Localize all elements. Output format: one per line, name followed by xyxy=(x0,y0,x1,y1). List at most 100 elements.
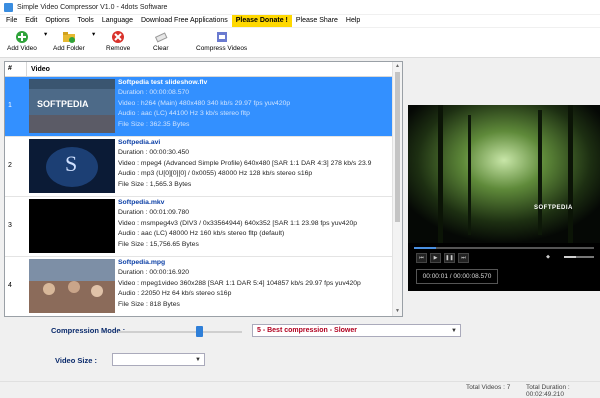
list-item[interactable]: 3 Softpedia.mkv Duration : 00:01:09.780 … xyxy=(5,197,394,257)
remove-button[interactable]: Remove xyxy=(106,30,130,52)
video-stream: Video : mpeg4 (Advanced Simple Profile) … xyxy=(118,159,372,167)
scroll-up-icon[interactable]: ▲ xyxy=(393,62,402,71)
video-stream: Video : msmpeg4v3 (DIV3 / 0x33564944) 64… xyxy=(118,219,358,227)
menu-please-share[interactable]: Please Share xyxy=(292,15,342,27)
video-thumbnail: S xyxy=(29,139,115,193)
compression-slider[interactable] xyxy=(118,331,242,333)
scroll-down-icon[interactable]: ▼ xyxy=(393,307,402,316)
compression-mode-label: Compression Mode : xyxy=(51,326,126,335)
play-icon[interactable]: ▶ xyxy=(430,253,441,263)
total-duration: Total Duration : 00:02:49.210 xyxy=(526,384,570,398)
file-size: File Size : 1,565.3 Bytes xyxy=(118,180,192,188)
video-size-label: Video Size : xyxy=(55,356,97,365)
column-number[interactable]: # xyxy=(5,62,27,76)
compress-videos-label: Compress Videos xyxy=(196,45,248,52)
file-size: File Size : 362.35 Bytes xyxy=(118,120,190,128)
list-scrollbar[interactable]: ▲ ▼ xyxy=(392,62,402,316)
file-size: File Size : 15,756.65 Bytes xyxy=(118,240,199,248)
video-duration: Duration : 00:00:30.450 xyxy=(118,149,190,157)
video-thumbnail: SOFTPEDIA xyxy=(29,79,115,133)
compress-icon xyxy=(215,30,229,44)
video-info: Softpedia test slideshow.flv Duration : … xyxy=(118,78,392,130)
add-plus-icon xyxy=(15,30,29,44)
video-name: Softpedia.mkv xyxy=(118,199,165,206)
video-name: Softpedia.avi xyxy=(118,139,161,146)
volume-slider[interactable] xyxy=(564,256,594,258)
video-player: SOFTPEDIA ⏮ ▶ ❚❚ ⏭ ◆ 00:00:01 / 00:00:08… xyxy=(408,105,600,291)
audio-stream: Audio : mp3 (U[0][0][0] / 0x0055) 48000 … xyxy=(118,170,313,178)
row-number: 4 xyxy=(8,282,12,289)
add-folder-button[interactable]: Add Folder xyxy=(53,30,85,52)
remove-label: Remove xyxy=(106,45,131,52)
file-size: File Size : 818 Bytes xyxy=(118,300,180,308)
app-icon xyxy=(4,2,13,12)
video-list[interactable]: # Video 1 SOFTPEDIA Softpedia test slide… xyxy=(4,61,403,317)
toolbar: Add Video ▾ Add Folder ▾ Remove Clear Co… xyxy=(0,28,600,58)
clear-label: Clear xyxy=(153,45,169,52)
menu-tools[interactable]: Tools xyxy=(73,15,97,27)
row-number: 1 xyxy=(8,102,12,109)
status-bar: Total Videos : 7 Total Duration : 00:02:… xyxy=(0,381,600,398)
list-item[interactable]: 2 S Softpedia.avi Duration : 00:00:30.45… xyxy=(5,137,394,197)
compression-mode-value: 5 - Best compression - Slower xyxy=(257,327,357,334)
video-preview: SOFTPEDIA xyxy=(408,105,600,243)
menu-help[interactable]: Help xyxy=(342,15,364,27)
audio-stream: Audio : aac (LC) 48000 Hz 160 kb/s stere… xyxy=(118,230,285,238)
menu-edit[interactable]: Edit xyxy=(21,15,41,27)
menu-language[interactable]: Language xyxy=(98,15,137,27)
list-item[interactable]: 4 Softpedia.mpg Duration : 00:00:16.920 … xyxy=(5,257,394,316)
add-video-label: Add Video xyxy=(7,45,37,52)
video-stream: Video : h264 (Main) 480x480 340 kb/s 29.… xyxy=(118,99,291,107)
next-icon[interactable]: ⏭ xyxy=(458,253,469,263)
video-size-select[interactable]: ▼ xyxy=(112,353,205,366)
thumbnail-watermark: SOFTPEDIA xyxy=(37,99,89,109)
scrollbar-thumb[interactable] xyxy=(395,72,400,222)
add-folder-label: Add Folder xyxy=(53,45,85,52)
video-duration: Duration : 00:00:08.570 xyxy=(118,89,190,97)
audio-stream: Audio : aac (LC) 44100 Hz 3 kb/s stereo … xyxy=(118,110,250,118)
row-number: 2 xyxy=(8,162,12,169)
video-thumbnail xyxy=(29,259,115,313)
column-video[interactable]: Video xyxy=(27,66,50,73)
video-duration: Duration : 00:01:09.780 xyxy=(118,209,190,217)
chevron-down-icon: ▼ xyxy=(195,357,201,363)
thumbnail-logo: S xyxy=(65,151,78,176)
menu-bar: File Edit Options Tools Language Downloa… xyxy=(0,15,600,27)
window-title: Simple Video Compressor V1.0 - 4dots Sof… xyxy=(17,3,168,11)
playback-time: 00:00:01 / 00:00:08.570 xyxy=(416,269,498,284)
audio-stream: Audio : 22050 Hz 64 kb/s stereo s16p xyxy=(118,290,232,298)
video-info: Softpedia.avi Duration : 00:00:30.450 Vi… xyxy=(118,138,392,190)
menu-please-donate[interactable]: Please Donate ! xyxy=(231,15,292,27)
total-videos: Total Videos : 7 xyxy=(466,384,511,391)
compress-videos-button[interactable]: Compress Videos xyxy=(196,30,247,52)
compression-slider-thumb[interactable] xyxy=(196,326,203,337)
volume-speaker-icon[interactable]: ◆ xyxy=(545,253,551,261)
preview-watermark: SOFTPEDIA xyxy=(534,205,573,211)
title-bar: Simple Video Compressor V1.0 - 4dots Sof… xyxy=(0,0,600,14)
video-info: Softpedia.mkv Duration : 00:01:09.780 Vi… xyxy=(118,198,392,250)
previous-icon[interactable]: ⏮ xyxy=(416,253,427,263)
list-header: # Video xyxy=(5,62,394,77)
video-name: Softpedia test slideshow.flv xyxy=(118,79,208,86)
video-info: Softpedia.mpg Duration : 00:00:16.920 Vi… xyxy=(118,258,392,310)
compression-mode-select[interactable]: 5 - Best compression - Slower ▼ xyxy=(252,324,461,337)
folder-icon xyxy=(62,30,76,44)
eraser-icon xyxy=(154,30,168,44)
menu-options[interactable]: Options xyxy=(41,15,73,27)
menu-file[interactable]: File xyxy=(2,15,21,27)
add-folder-dropdown-icon[interactable]: ▾ xyxy=(92,30,95,38)
chevron-down-icon: ▼ xyxy=(451,328,457,334)
video-name: Softpedia.mpg xyxy=(118,259,166,266)
video-thumbnail xyxy=(29,199,115,253)
video-stream: Video : mpeg1video 360x288 [SAR 1:1 DAR … xyxy=(118,279,361,287)
menu-download-free-applications[interactable]: Download Free Applications xyxy=(137,15,232,27)
row-number: 3 xyxy=(8,222,12,229)
video-duration: Duration : 00:00:16.920 xyxy=(118,269,190,277)
list-item[interactable]: 1 SOFTPEDIA Softpedia test slideshow.flv… xyxy=(5,77,394,137)
remove-x-icon xyxy=(111,30,125,44)
pause-icon[interactable]: ❚❚ xyxy=(444,253,455,263)
clear-button[interactable]: Clear xyxy=(153,30,169,52)
playback-progress[interactable] xyxy=(414,247,594,249)
add-video-dropdown-icon[interactable]: ▾ xyxy=(44,30,47,38)
add-video-button[interactable]: Add Video xyxy=(7,30,37,52)
